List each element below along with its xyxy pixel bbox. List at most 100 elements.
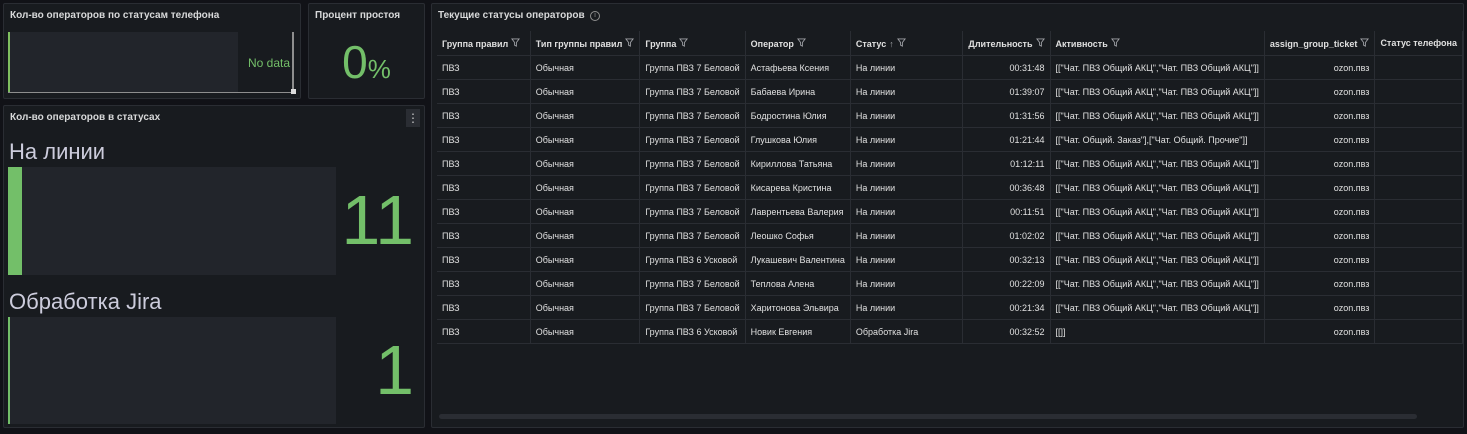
table-cell: ozon.пвз	[1264, 79, 1376, 104]
filter-icon[interactable]	[896, 37, 906, 49]
table-cell: Группа ПВЗ 7 Беловой	[639, 127, 746, 152]
table-row[interactable]: ПВЗ Обычная Группа ПВЗ 7 Беловой Лаврентьев…	[437, 199, 1463, 224]
stat-value-jira: 1	[375, 331, 414, 409]
header-label: Статус	[855, 38, 887, 49]
table-cell: ozon.пвз	[1264, 175, 1376, 200]
filter-icon[interactable]	[511, 37, 521, 49]
table-cell: На линии	[850, 223, 964, 248]
table-cell: На линии	[850, 151, 964, 176]
header-status[interactable]: Статус ↑	[850, 31, 964, 56]
table-cell: ozon.пвз	[1264, 319, 1376, 344]
filter-icon[interactable]	[1110, 37, 1120, 49]
info-icon[interactable]: i	[590, 11, 600, 21]
table-cell: [["Чат. ПВЗ Общий АКЦ","Чат. ПВЗ Общий А…	[1050, 103, 1265, 128]
table-cell: Кириллова Татьяна	[745, 151, 851, 176]
table-row[interactable]: ПВЗ Обычная Группа ПВЗ 7 Беловой Бодростина…	[437, 103, 1463, 128]
header-label: Группа	[645, 38, 677, 49]
table-cell: Группа ПВЗ 7 Беловой	[639, 199, 746, 224]
table-cell: ozon.пвз	[1264, 127, 1376, 152]
table-cell: Обычная	[530, 175, 641, 200]
table-cell: На линии	[850, 295, 964, 320]
filter-icon[interactable]	[679, 37, 689, 49]
header-phone-status[interactable]: Статус телефона	[1374, 31, 1463, 56]
table-cell: ПВЗ	[437, 271, 531, 296]
panel-menu-icon[interactable]: ⋮	[406, 109, 420, 127]
table-cell: [["Чат. ПВЗ Общий АКЦ","Чат. ПВЗ Общий А…	[1050, 295, 1265, 320]
stat-bar-jira	[8, 317, 10, 424]
table-cell: Обычная	[530, 199, 641, 224]
table-cell: ozon.пвз	[1264, 103, 1376, 128]
table-cell: [["Чат. Общий. Заказ"],["Чат. Общий. Про…	[1050, 127, 1265, 152]
table-cell: [["Чат. ПВЗ Общий АКЦ","Чат. ПВЗ Общий А…	[1050, 271, 1265, 296]
table-cell	[1374, 55, 1463, 80]
table-cell: Обычная	[530, 127, 641, 152]
header-label: Статус телефона	[1380, 38, 1457, 48]
table-cell: ozon.пвз	[1264, 271, 1376, 296]
table-row[interactable]: ПВЗ Обычная Группа ПВЗ 7 Беловой Бабаева Ир…	[437, 79, 1463, 104]
table-row[interactable]: ПВЗ Обычная Группа ПВЗ 7 Беловой Астафьева …	[437, 55, 1463, 80]
panel-title: Текущие статусы операторов	[438, 10, 585, 21]
header-label: Тип группы правил	[535, 38, 623, 49]
table-cell	[1374, 223, 1463, 248]
table-cell: Группа ПВЗ 6 Усковой	[639, 247, 746, 272]
table-cell: Группа ПВЗ 7 Беловой	[639, 271, 746, 296]
filter-icon[interactable]	[1360, 37, 1370, 49]
table-cell: ozon.пвз	[1264, 55, 1376, 80]
filter-icon[interactable]	[625, 37, 635, 49]
table-cell: Обработка Jira	[850, 319, 964, 344]
table-cell: Леошко Софья	[745, 223, 851, 248]
table-cell: ПВЗ	[437, 175, 531, 200]
table-row[interactable]: ПВЗ Обычная Группа ПВЗ 7 Беловой Глушкова Ю…	[437, 127, 1463, 152]
table-cell	[1374, 319, 1463, 344]
table-cell: На линии	[850, 127, 964, 152]
idle-value: 0	[342, 36, 368, 88]
table-cell: Обычная	[530, 319, 641, 344]
table-cell: На линии	[850, 103, 964, 128]
table-cell: Бабаева Ирина	[745, 79, 851, 104]
table-cell: Группа ПВЗ 7 Беловой	[639, 223, 746, 248]
filter-icon[interactable]	[1035, 37, 1045, 49]
table-cell: 01:21:44	[962, 127, 1051, 152]
vertical-scrollbar[interactable]	[292, 32, 294, 92]
table-cell	[1374, 295, 1463, 320]
table-cell: Глушкова Юлия	[745, 127, 851, 152]
table-row[interactable]: ПВЗ Обычная Группа ПВЗ 7 Беловой Харитонова…	[437, 295, 1463, 320]
stat-label-online: На линии	[9, 139, 106, 164]
resize-handle[interactable]	[291, 89, 296, 94]
table-cell	[1374, 79, 1463, 104]
table-row[interactable]: ПВЗ Обычная Группа ПВЗ 7 Беловой Кириллова …	[437, 151, 1463, 176]
status-counts-panel: Кол-во операторов в статусах ⋮ На линии …	[3, 105, 425, 428]
operator-status-table-panel: Текущие статусы операторов i Группа прав…	[431, 3, 1464, 428]
table-cell: Группа ПВЗ 7 Беловой	[639, 151, 746, 176]
table-cell	[1374, 199, 1463, 224]
table-cell: На линии	[850, 199, 964, 224]
table-cell: ozon.пвз	[1264, 199, 1376, 224]
table-cell: Обычная	[530, 79, 641, 104]
horizontal-scrollbar[interactable]	[439, 414, 1417, 419]
table-cell: На линии	[850, 175, 964, 200]
header-label: Группа правил	[442, 38, 509, 49]
table-cell: [["Чат. ПВЗ Общий АКЦ","Чат. ПВЗ Общий А…	[1050, 55, 1265, 80]
table-cell: Группа ПВЗ 7 Беловой	[639, 175, 746, 200]
sort-asc-icon[interactable]: ↑	[889, 39, 894, 49]
table-row[interactable]: ПВЗ Обычная Группа ПВЗ 7 Беловой Кисарева К…	[437, 175, 1463, 200]
header-operator[interactable]: Оператор	[745, 31, 851, 56]
filter-icon[interactable]	[796, 37, 806, 49]
header-activity[interactable]: Активность	[1050, 31, 1265, 56]
header-assign-group[interactable]: assign_group_ticket	[1264, 31, 1376, 56]
table-row[interactable]: ПВЗ Обычная Группа ПВЗ 6 Усковой Лукашевич …	[437, 247, 1463, 272]
idle-stat: 0%	[309, 37, 424, 94]
table-cell: [["Чат. ПВЗ Общий АКЦ","Чат. ПВЗ Общий А…	[1050, 151, 1265, 176]
header-label: Длительность	[968, 38, 1033, 49]
horizontal-scrollbar[interactable]	[8, 92, 294, 93]
header-rule-group[interactable]: Группа правил	[437, 31, 531, 56]
table-row[interactable]: ПВЗ Обычная Группа ПВЗ 6 Усковой Новик Евге…	[437, 319, 1463, 344]
table-row[interactable]: ПВЗ Обычная Группа ПВЗ 7 Беловой Теплова Ал…	[437, 271, 1463, 296]
header-group[interactable]: Группа	[639, 31, 746, 56]
panel-title: Кол-во операторов по статусам телефона	[10, 10, 220, 21]
table-cell: Группа ПВЗ 6 Усковой	[639, 319, 746, 344]
table-cell	[1374, 175, 1463, 200]
header-rule-group-type[interactable]: Тип группы правил	[530, 31, 641, 56]
header-duration[interactable]: Длительность	[962, 31, 1051, 56]
table-row[interactable]: ПВЗ Обычная Группа ПВЗ 7 Беловой Леошко Соф…	[437, 223, 1463, 248]
